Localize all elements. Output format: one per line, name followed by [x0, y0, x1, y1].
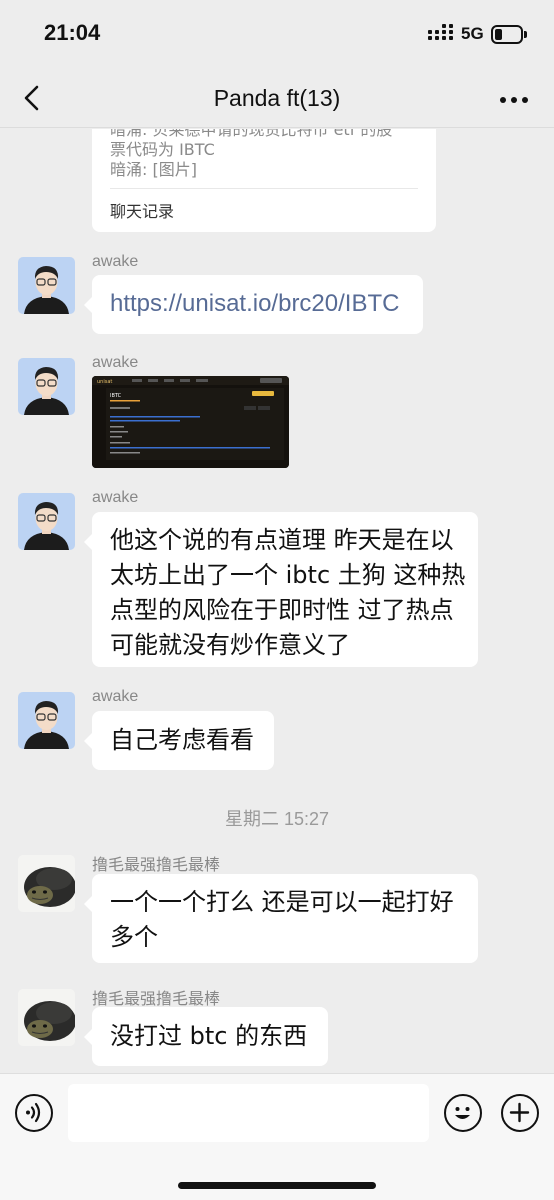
image-message[interactable]: unisat IBTC: [92, 376, 289, 468]
message-bubble[interactable]: 没打过 btc 的东西: [84, 1007, 328, 1066]
forward-line: 票代码为 IBTC: [110, 140, 215, 159]
sender-name: 撸毛最强撸毛最棒: [92, 857, 221, 874]
chat-area[interactable]: 暗涌: 贝莱德申请的现货比特币 etf 的股 票代码为 IBTC 暗涌: [图片…: [0, 129, 554, 1073]
message-input[interactable]: [68, 1084, 429, 1142]
avatar[interactable]: [18, 358, 75, 415]
sender-name: awake: [92, 253, 139, 270]
plus-icon: [509, 1102, 530, 1123]
chat-title: Panda ft(13): [213, 85, 341, 111]
thumb-brand: unisat: [97, 379, 112, 385]
home-indicator: [178, 1182, 376, 1189]
sender-name: awake: [92, 354, 139, 371]
input-bar: [0, 1073, 554, 1200]
emoji-button[interactable]: [444, 1094, 482, 1132]
avatar[interactable]: [18, 257, 75, 314]
chat-history-label: 聊天记录: [110, 202, 175, 221]
message-text: 自己考虑看看: [110, 726, 254, 754]
sender-name: awake: [92, 489, 139, 506]
divider: [110, 188, 418, 189]
nav-bar: Panda ft(13): [0, 70, 554, 128]
message-text-line: 点型的风险在于即时性 过了热点: [110, 596, 454, 624]
timestamp: 星期二 15:27: [224, 809, 330, 829]
battery-icon: [491, 25, 527, 44]
avatar[interactable]: [18, 692, 75, 749]
avatar[interactable]: [18, 493, 75, 550]
message-bubble[interactable]: https://unisat.io/brc20/IBTC: [84, 275, 423, 334]
message-text-line: 可能就没有炒作意义了: [110, 631, 350, 659]
message-text-line: 多个: [110, 923, 158, 951]
voice-button[interactable]: [15, 1094, 53, 1132]
message-bubble[interactable]: 自己考虑看看: [84, 711, 274, 770]
emoji-icon: [455, 1107, 470, 1119]
avatar[interactable]: [18, 989, 75, 1046]
message-text-line: 太坊上出了一个 ibtc 土狗 这种热: [110, 561, 466, 589]
more-button[interactable]: [496, 88, 532, 112]
voice-icon: [26, 1102, 41, 1123]
status-bar: 21:04 5G: [0, 0, 554, 70]
thumb-title: IBTC: [110, 393, 122, 399]
signal-icon: [428, 24, 454, 44]
message-text-line: 一个一个打么 还是可以一起打好: [110, 888, 454, 916]
avatar[interactable]: [18, 855, 75, 912]
forward-line: 暗涌: [图片]: [110, 160, 197, 179]
message-bubble[interactable]: 一个一个打么 还是可以一起打好 多个: [84, 874, 478, 963]
message-bubble[interactable]: 他这个说的有点道理 昨天是在以 太坊上出了一个 ibtc 土狗 这种热 点型的风…: [84, 512, 478, 667]
message-text-line: 他这个说的有点道理 昨天是在以: [110, 526, 454, 554]
status-time: 21:04: [44, 20, 101, 45]
sender-name: 撸毛最强撸毛最棒: [92, 991, 221, 1008]
message-text: 没打过 btc 的东西: [110, 1022, 308, 1050]
plus-button[interactable]: [501, 1094, 539, 1132]
sender-name: awake: [92, 688, 139, 705]
forwarded-chat-card[interactable]: 暗涌: 贝莱德申请的现货比特币 etf 的股 票代码为 IBTC 暗涌: [图片…: [92, 129, 436, 232]
network-type: 5G: [461, 24, 484, 43]
message-link[interactable]: https://unisat.io/brc20/IBTC: [110, 287, 399, 321]
